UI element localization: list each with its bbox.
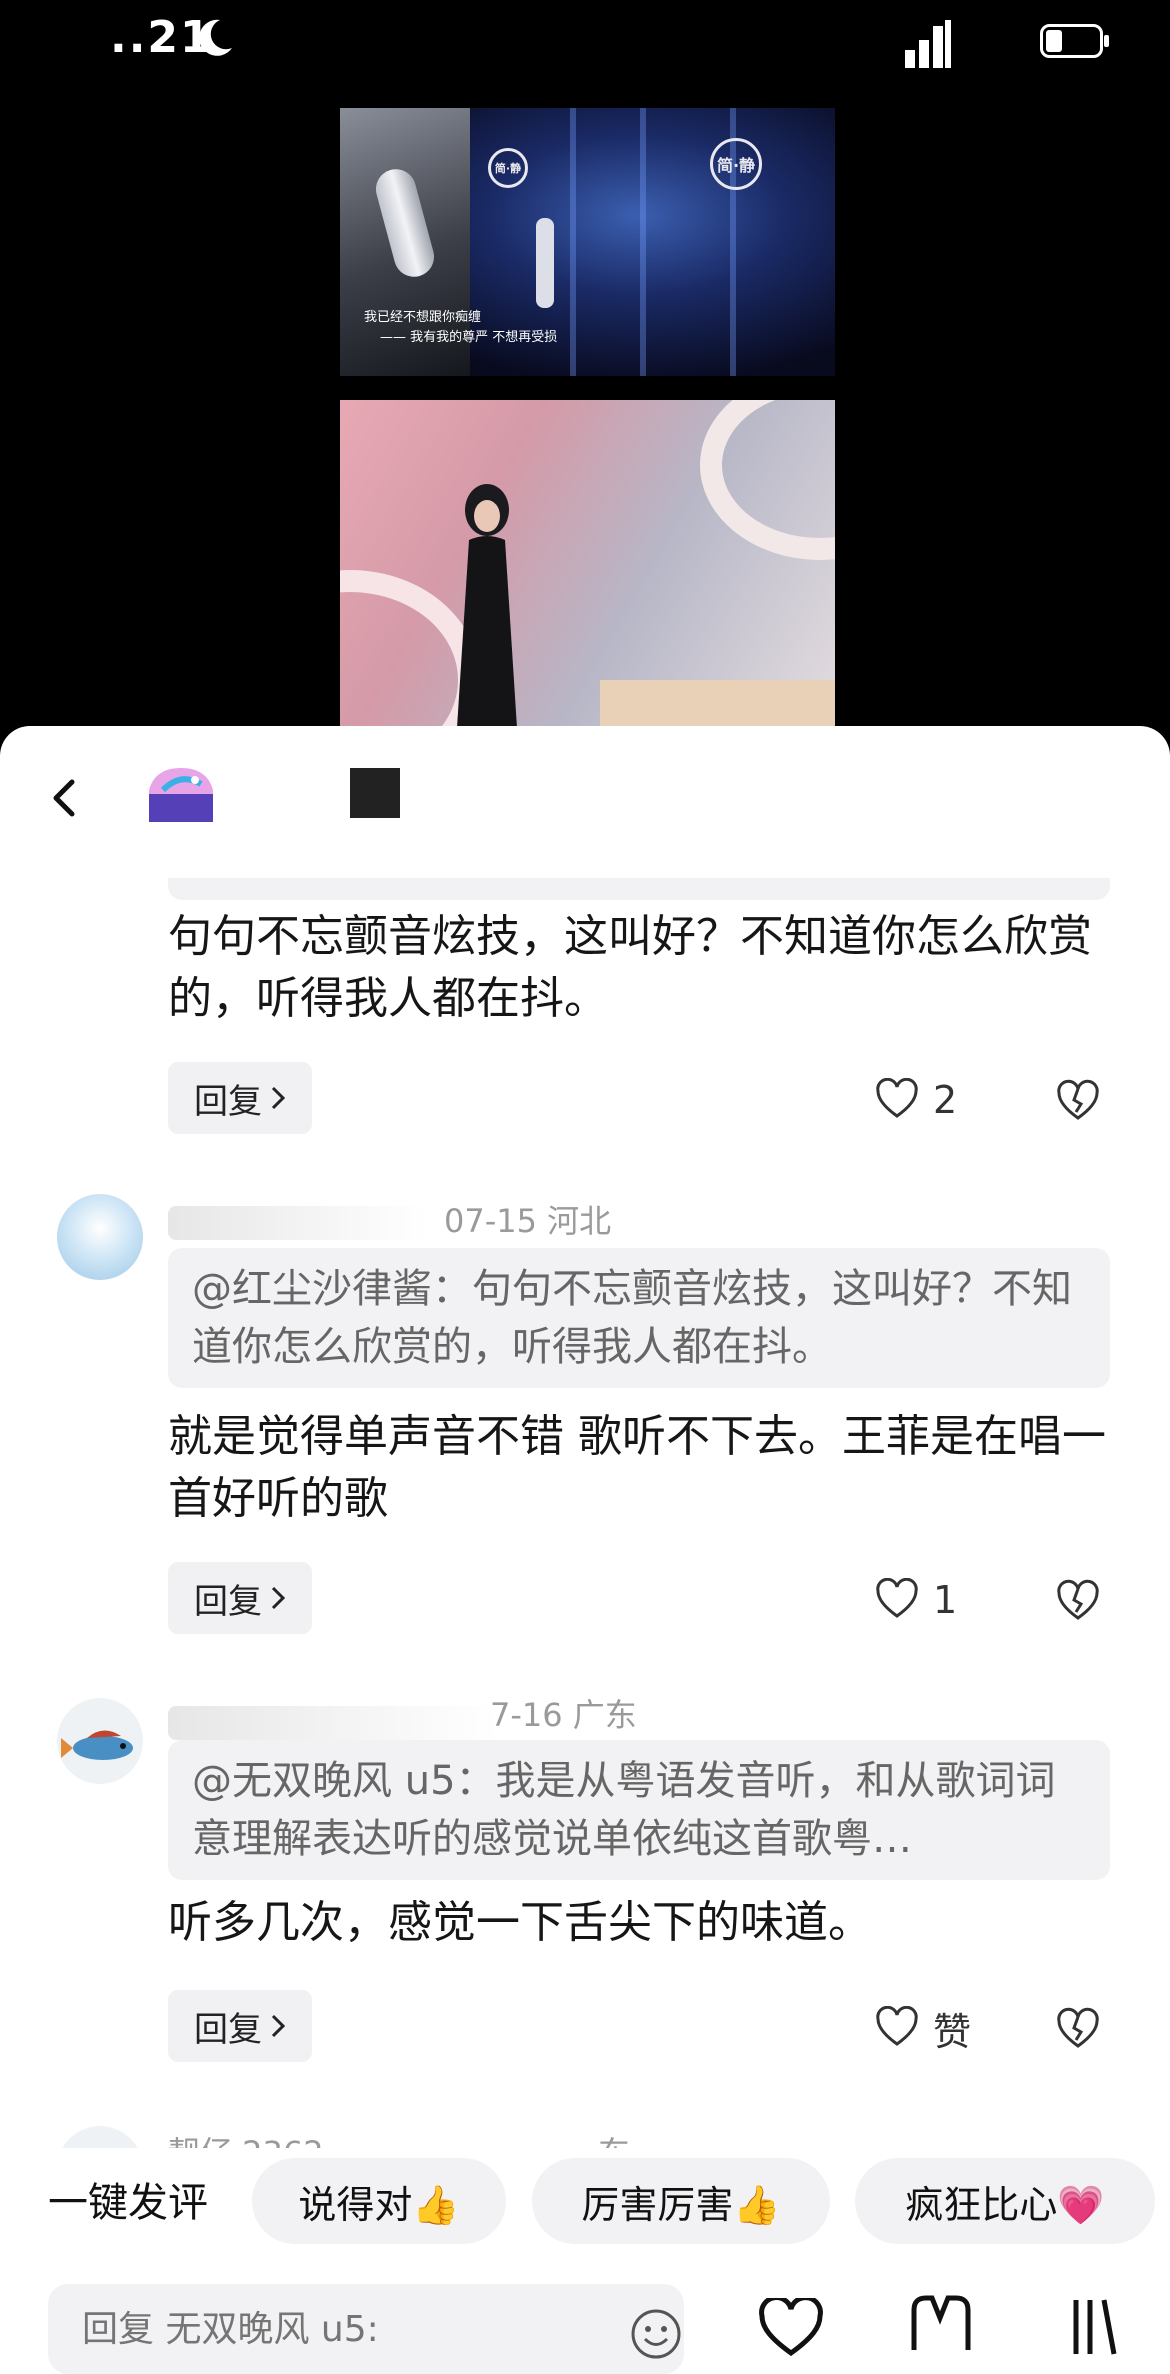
show-logo: 简·静 <box>710 138 762 190</box>
signal-icon <box>905 20 951 68</box>
username-blurred <box>168 1206 428 1240</box>
stage-light <box>640 108 646 376</box>
status-bar: ..21 <box>0 0 1170 90</box>
chevron-right-icon <box>271 2014 286 2038</box>
stage-light <box>570 108 576 376</box>
chevron-right-icon <box>271 1086 286 1110</box>
emoji-icon[interactable] <box>630 2308 682 2360</box>
comment-text: 就是觉得单声音不错 歌听不下去。王菲是在唱一首好听的歌 <box>168 1411 1106 1524</box>
share-icon[interactable] <box>906 2290 976 2360</box>
comment-meta: 7-16 广东 <box>490 1696 637 1734</box>
heart-icon <box>876 1578 918 1618</box>
back-arrow-icon[interactable] <box>50 778 80 818</box>
fish-image <box>61 1730 133 1760</box>
quote-box <box>168 878 1110 900</box>
more-icon[interactable] <box>1068 2294 1118 2360</box>
reply-input-box[interactable] <box>48 2284 684 2374</box>
reply-button[interactable]: 回复 <box>168 1062 312 1134</box>
comment-meta: 07-15 河北 <box>444 1202 612 1240</box>
quick-comment-chip[interactable]: 说得对👍 <box>252 2158 506 2244</box>
broken-heart-icon[interactable] <box>1055 1578 1101 1624</box>
reply-label: 回复 <box>194 1081 262 1122</box>
username-blurred <box>168 1706 498 1740</box>
reply-label: 回复 <box>194 1581 262 1622</box>
video-player[interactable]: 简·静 简·静 我已经不想跟你痴缠 —— 我有我的尊严 不想再受损 <box>340 108 835 728</box>
like-button[interactable]: 赞 <box>875 1998 1015 2058</box>
like-count: 2 <box>933 1078 958 1122</box>
quick-comment-chip[interactable]: 厉害厉害👍 <box>532 2158 830 2244</box>
heart-icon <box>876 2006 918 2046</box>
reply-label: 回复 <box>194 2009 262 2050</box>
video-frame-stage <box>340 400 835 728</box>
commenter-avatar[interactable] <box>57 1194 143 1280</box>
comment-text: 听多几次，感觉一下舌尖下的味道。 <box>168 1897 872 1948</box>
broken-heart-icon[interactable] <box>1055 1078 1101 1124</box>
reply-button[interactable]: 回复 <box>168 1990 312 2062</box>
comment-text: 句句不忘颤音炫技，这叫好？不知道你怎么欣赏的，听得我人都在抖。 <box>168 911 1092 1024</box>
author-avatar[interactable] <box>145 764 217 824</box>
stage-stairs <box>600 680 835 728</box>
comment-sheet: 句句不忘颤音炫技，这叫好？不知道你怎么欣赏的，听得我人都在抖。 回复 2 07-… <box>0 726 1170 2374</box>
moon-icon <box>199 19 232 56</box>
quick-comment-bar: 一键发评 说得对👍 厉害厉害👍 疯狂比心💗 <box>0 2148 1170 2258</box>
reply-input[interactable] <box>82 2302 582 2356</box>
quoted-comment: @无双晚风 u5：我是从粤语发音听，和从歌词词意理解表达听的感觉说单依纯这首歌粤… <box>168 1740 1110 1880</box>
quoted-comment: @红尘沙律酱：句句不忘颤音炫技，这叫好？不知道你怎么欣赏的，听得我人都在抖。 <box>168 1248 1110 1388</box>
heart-icon <box>876 1078 918 1118</box>
like-count: 1 <box>933 1578 958 1622</box>
like-post-icon[interactable] <box>758 2298 824 2358</box>
chevron-right-icon <box>271 1586 286 1610</box>
like-button[interactable]: 2 <box>875 1070 1015 1130</box>
stage-ring-decor <box>700 400 835 560</box>
subtitle-line-1: 我已经不想跟你痴缠 <box>364 310 482 325</box>
broken-heart-icon[interactable] <box>1055 2006 1101 2052</box>
performer-image <box>457 484 517 728</box>
quick-comment-chip[interactable]: 疯狂比心💗 <box>855 2158 1155 2244</box>
like-button[interactable]: 1 <box>875 1570 1015 1630</box>
reply-input-bar <box>0 2270 1170 2374</box>
commenter-avatar[interactable] <box>57 1698 143 1784</box>
subtitle-line-2: —— 我有我的尊严 不想再受损 <box>380 330 558 345</box>
battery-icon <box>1040 24 1109 58</box>
stage-figure <box>536 218 554 308</box>
like-count: 赞 <box>933 2009 972 2054</box>
video-frame-concert: 简·静 简·静 我已经不想跟你痴缠 —— 我有我的尊严 不想再受损 <box>340 108 835 376</box>
show-logo-small: 简·静 <box>488 148 528 188</box>
header-thumbnail[interactable] <box>350 768 400 818</box>
quick-comment-label: 一键发评 <box>48 2180 208 2226</box>
reply-button[interactable]: 回复 <box>168 1562 312 1634</box>
